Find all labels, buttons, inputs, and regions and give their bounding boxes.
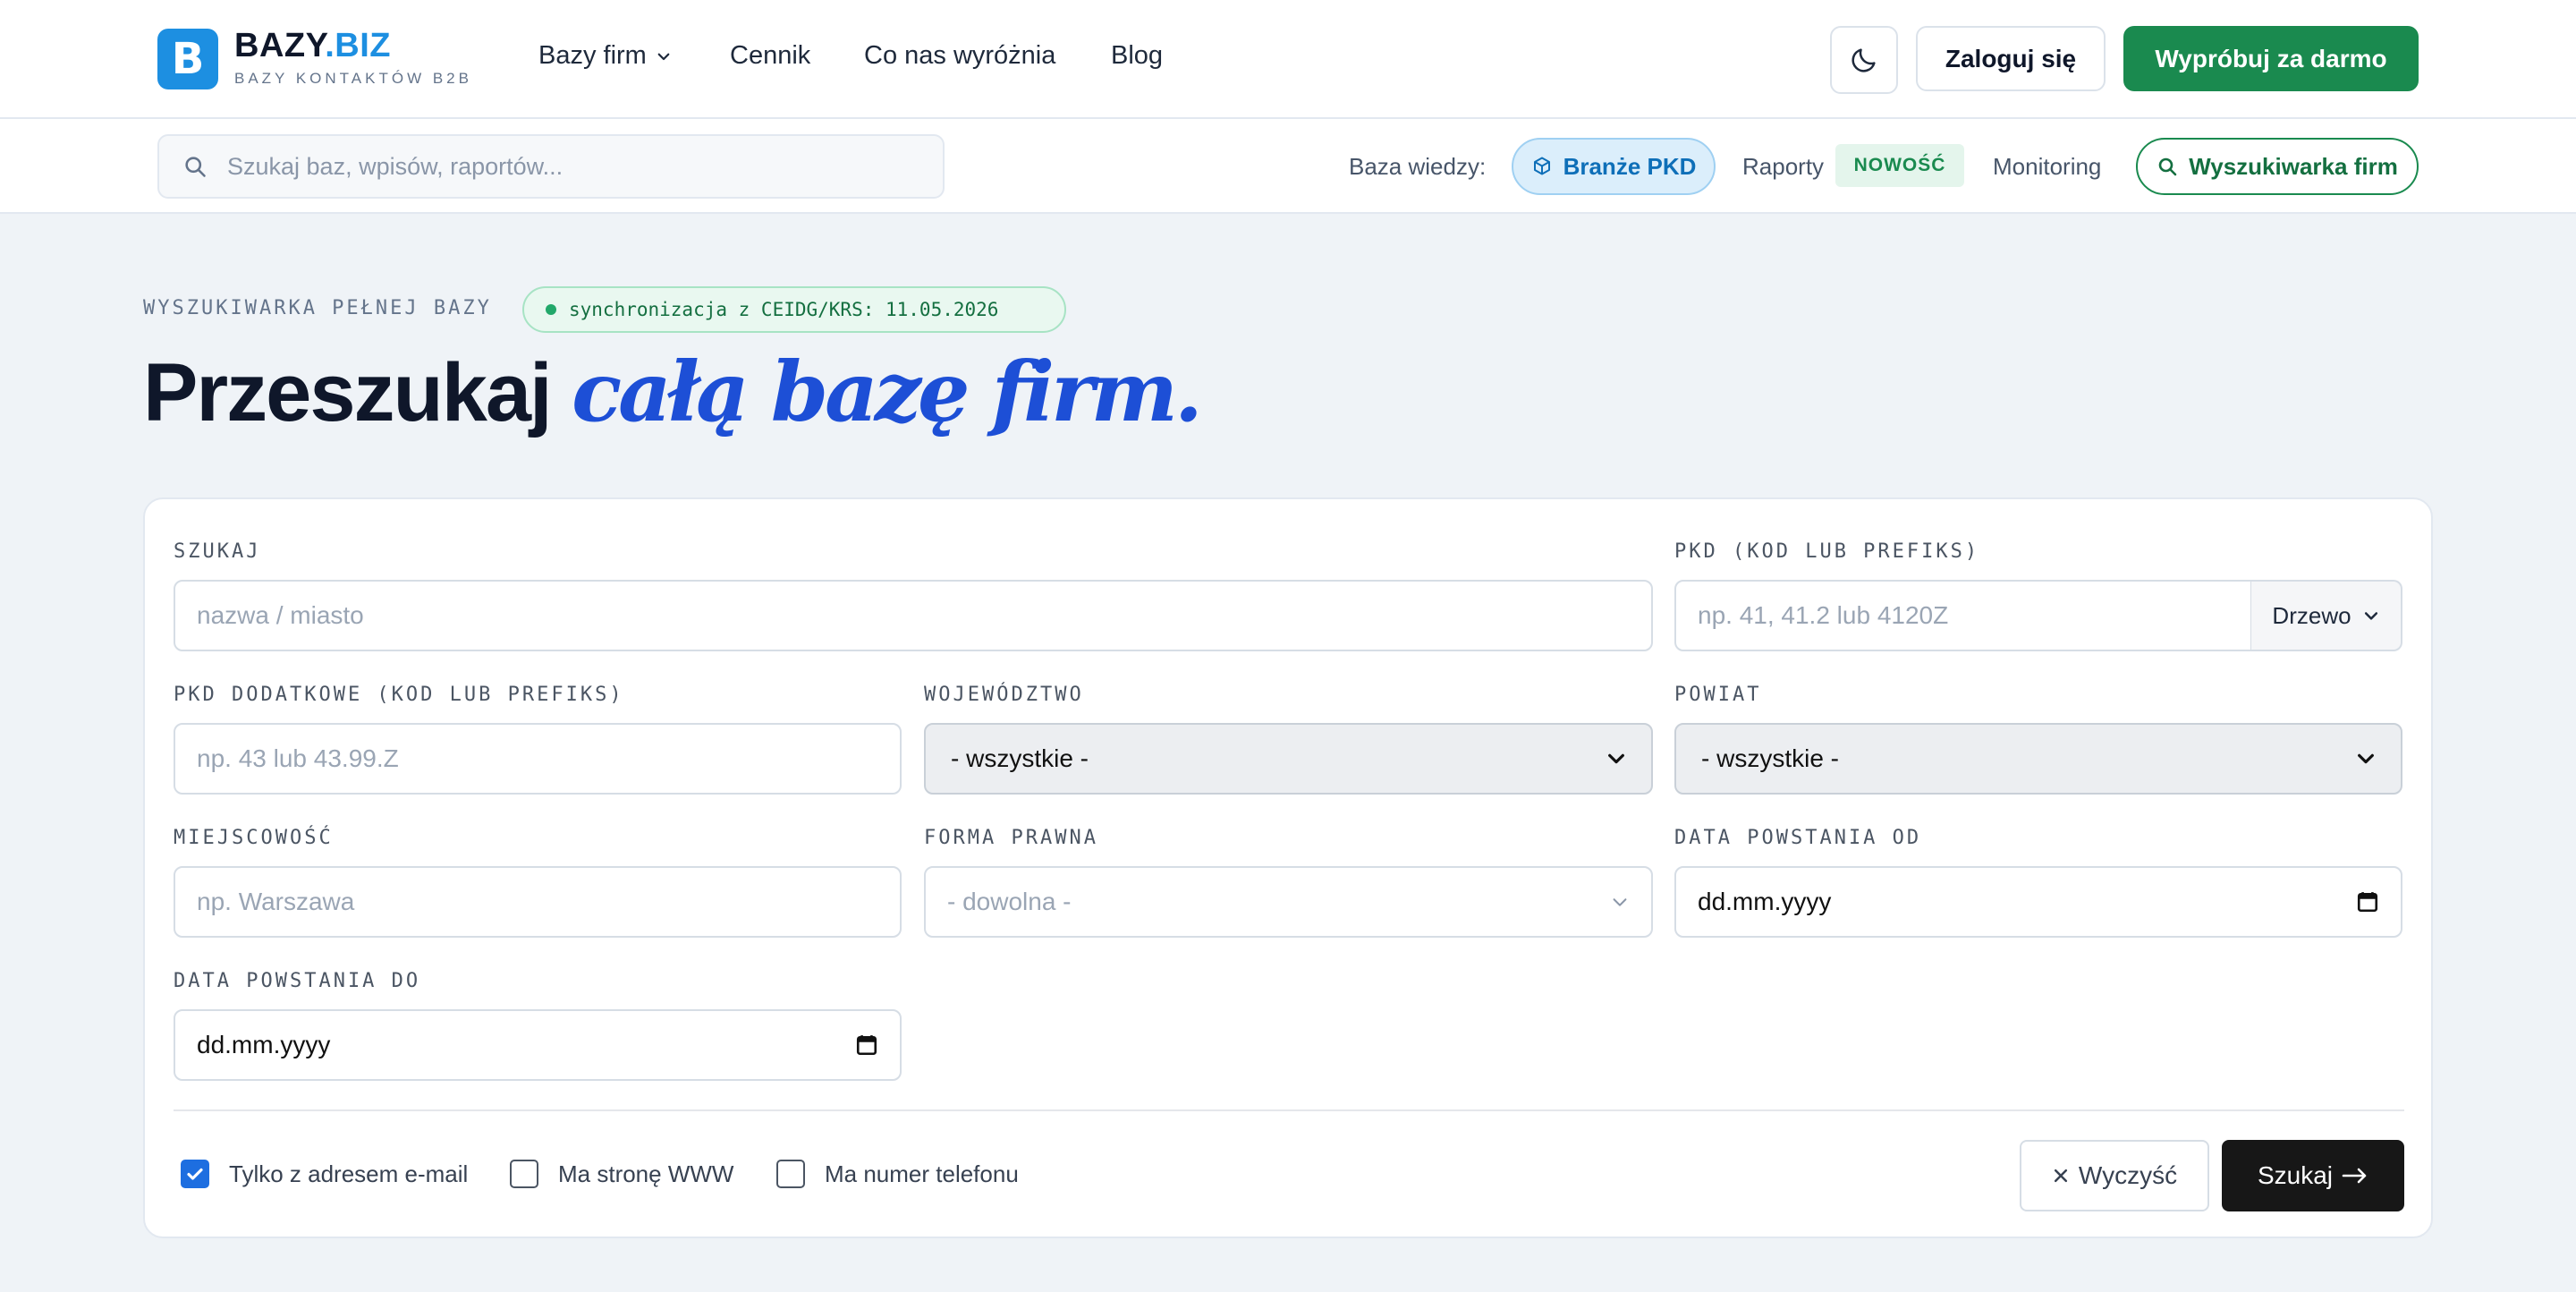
logo-tagline: BAZY KONTAKTÓW B2B <box>234 70 472 87</box>
search-icon <box>2158 157 2177 176</box>
voivodeship-select[interactable]: - wszystkie - <box>924 723 1653 795</box>
company-finder-pill[interactable]: Wyszukiwarka firm <box>2136 138 2419 195</box>
new-badge: NOWOŚĆ <box>1835 144 1964 187</box>
nav-cennik-label: Cennik <box>730 41 811 70</box>
city-input[interactable] <box>174 866 902 938</box>
chevron-down-icon <box>1613 898 1627 906</box>
login-button[interactable]: Zaloguj się <box>1916 26 2106 91</box>
county-label: POWIAT <box>1674 684 1762 706</box>
checkbox-phone-box[interactable] <box>776 1160 805 1188</box>
legal-form-select[interactable]: - dowolna - <box>924 866 1653 938</box>
logo-name-accent: .BIZ <box>325 27 392 64</box>
theme-toggle-button[interactable] <box>1830 26 1898 94</box>
chevron-down-icon <box>657 53 670 60</box>
company-finder-label: Wyszukiwarka firm <box>2189 152 2398 180</box>
monitoring-link[interactable]: Monitoring <box>1993 153 2101 181</box>
pkd-tree-button[interactable]: Drzewo <box>2250 580 2402 651</box>
checkbox-website-box[interactable] <box>510 1160 538 1188</box>
checkbox-phone-label: Ma numer telefonu <box>825 1160 1019 1187</box>
pkd-industries-pill[interactable]: Branże PKD <box>1512 138 1716 195</box>
close-icon <box>2054 1169 2067 1183</box>
date-to-input[interactable]: dd.mm.yyyy <box>174 1009 902 1081</box>
search-submit-button[interactable]: Szukaj <box>2222 1140 2404 1211</box>
county-select[interactable]: - wszystkie - <box>1674 723 2402 795</box>
status-dot <box>546 304 556 315</box>
global-search[interactable] <box>157 134 945 199</box>
pkd-field-label: PKD (KOD LUB PREFIKS) <box>1674 540 1980 563</box>
knowledge-base-label: Baza wiedzy: <box>1349 153 1487 180</box>
logo-name[interactable]: BAZY.BIZ <box>234 27 391 65</box>
page-title-plain: Przeszukaj <box>143 347 572 438</box>
logo-name-main: BAZY <box>234 27 326 64</box>
search-submit-label: Szukaj <box>2257 1161 2334 1189</box>
city-label: MIEJSCOWOŚĆ <box>174 827 334 849</box>
page-title: Przeszukaj całą bazę firm. <box>143 344 1203 440</box>
search-icon <box>185 157 206 177</box>
nav-cennik[interactable]: Cennik <box>730 41 810 71</box>
nav-blog-label: Blog <box>1111 41 1164 70</box>
legal-form-value: - dowolna - <box>947 888 1072 915</box>
hero-eyebrow: WYSZUKIWARKA PEŁNEJ BAZY <box>143 297 492 319</box>
moon-icon <box>1852 48 1876 72</box>
checkbox-website-label: Ma stronę WWW <box>558 1160 734 1187</box>
checkbox-email-label: Tylko z adresem e-mail <box>229 1160 469 1187</box>
page-title-script: całą bazę firm. <box>572 344 1203 440</box>
nav-co-nas-wyroznia-label: Co nas wyróżnia <box>864 41 1056 70</box>
global-search-input[interactable] <box>227 152 907 181</box>
chevron-down-icon <box>2364 612 2377 620</box>
reports-link[interactable]: Raporty <box>1742 153 1824 181</box>
cube-icon <box>1533 157 1550 175</box>
form-divider <box>174 1109 2404 1111</box>
checkbox-email[interactable]: Tylko z adresem e-mail <box>181 1160 468 1188</box>
logo-mark[interactable]: B <box>157 29 218 89</box>
nav-bazy-firm-label: Bazy firm <box>538 41 647 70</box>
county-value: - wszystkie - <box>1701 744 1839 772</box>
pkd-extra-label: PKD DODATKOWE (KOD LUB PREFIKS) <box>174 684 624 706</box>
pkd-code-input[interactable] <box>1674 580 2252 651</box>
secondary-bar: Baza wiedzy: Branże PKD Raporty NOWOŚĆ M… <box>0 119 2576 214</box>
voivodeship-value: - wszystkie - <box>951 744 1089 772</box>
nav-co-nas-wyroznia[interactable]: Co nas wyróżnia <box>864 41 1055 71</box>
pkd-industries-label: Branże PKD <box>1563 152 1697 180</box>
top-navbar: B BAZY.BIZ BAZY KONTAKTÓW B2B Bazy firm … <box>0 0 2576 119</box>
date-from-input[interactable]: dd.mm.yyyy <box>1674 866 2402 938</box>
checkbox-website[interactable]: Ma stronę WWW <box>510 1160 733 1188</box>
try-free-button[interactable]: Wypróbuj za darmo <box>2123 26 2419 91</box>
sync-status-text: synchronizacja z CEIDG/KRS: 11.05.2026 <box>569 299 999 320</box>
sync-status-badge: synchronizacja z CEIDG/KRS: 11.05.2026 <box>522 286 1066 333</box>
name-city-input[interactable] <box>174 580 1653 651</box>
calendar-icon[interactable] <box>2356 890 2379 914</box>
pkd-extra-input[interactable] <box>174 723 902 795</box>
clear-button[interactable]: Wyczyść <box>2020 1140 2209 1211</box>
legal-form-label: FORMA PRAWNA <box>924 827 1098 849</box>
arrow-right-icon <box>2342 1168 2367 1184</box>
pkd-tree-label: Drzewo <box>2272 601 2351 629</box>
date-from-value: dd.mm.yyyy <box>1698 888 1832 915</box>
date-to-value: dd.mm.yyyy <box>197 1031 331 1058</box>
checkbox-phone[interactable]: Ma numer telefonu <box>776 1160 1019 1188</box>
search-form-card: SZUKAJ PKD (KOD LUB PREFIKS) Drzewo PKD … <box>143 497 2433 1238</box>
nav-bazy-firm[interactable]: Bazy firm <box>538 41 672 71</box>
search-field-label: SZUKAJ <box>174 540 261 563</box>
calendar-icon[interactable] <box>855 1033 878 1057</box>
chevron-down-icon <box>2358 753 2374 764</box>
chevron-down-icon <box>1608 753 1624 764</box>
checkbox-email-box[interactable] <box>181 1160 209 1188</box>
voivodeship-label: WOJEWÓDZTWO <box>924 684 1084 706</box>
date-from-label: DATA POWSTANIA OD <box>1674 827 1922 849</box>
date-to-label: DATA POWSTANIA DO <box>174 970 421 992</box>
clear-button-label: Wyczyść <box>2078 1161 2178 1189</box>
nav-blog[interactable]: Blog <box>1111 41 1163 71</box>
checkmark-icon <box>187 1168 203 1180</box>
